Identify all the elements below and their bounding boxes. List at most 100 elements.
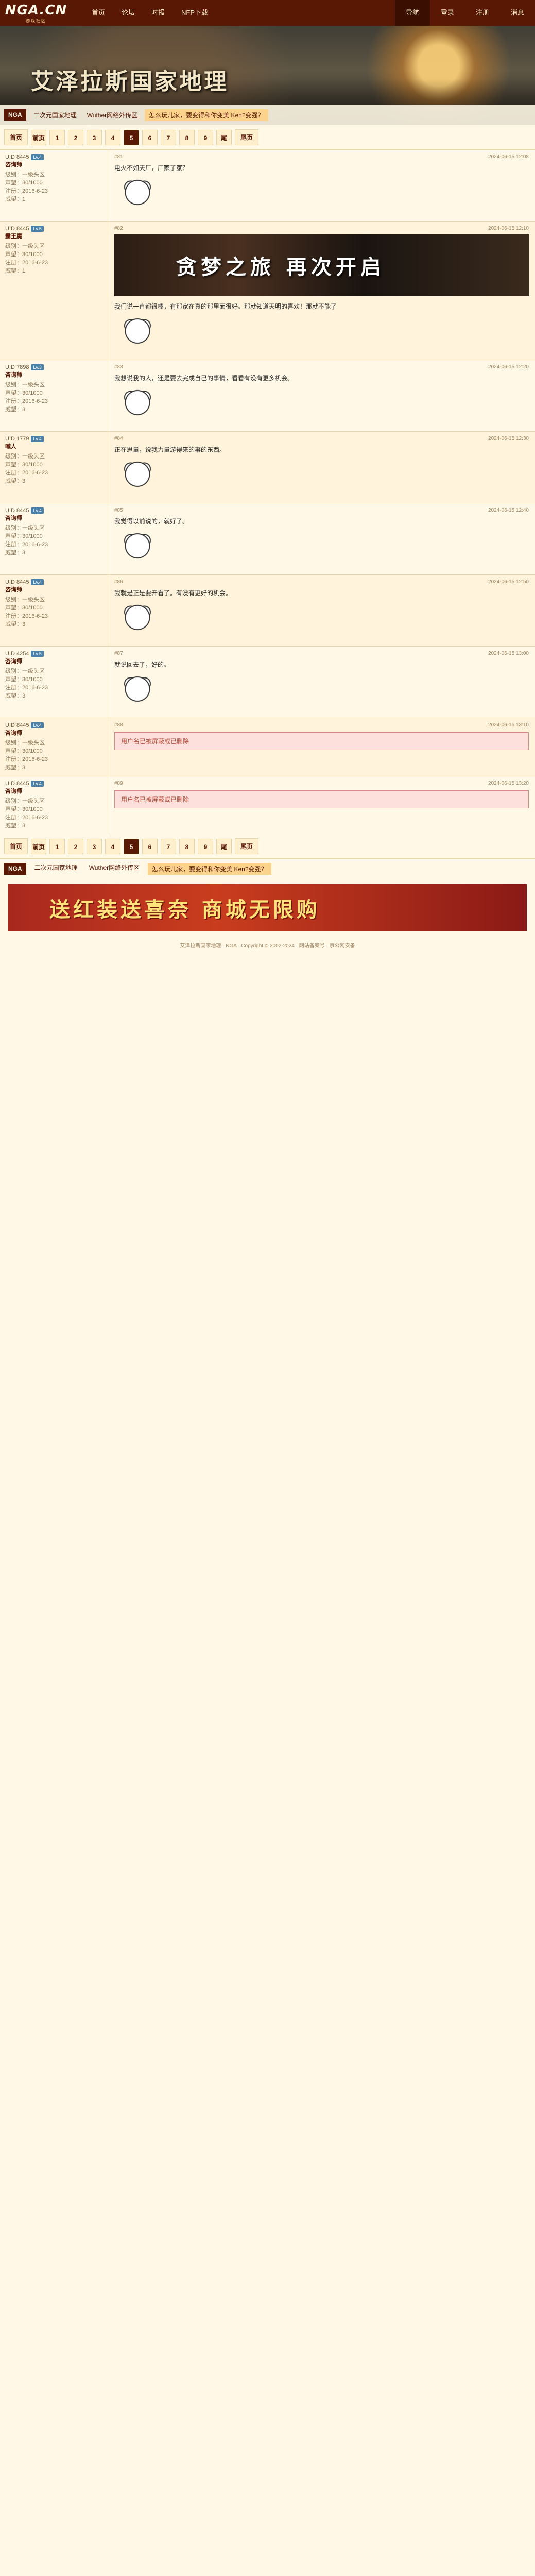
user-name[interactable]: 咨询师 <box>5 657 22 665</box>
user-uid[interactable]: UID 8445 <box>5 507 29 514</box>
pager-page[interactable]: 1 <box>49 129 65 145</box>
post-floor[interactable]: #83 <box>114 364 123 370</box>
footer-ad-banner[interactable]: 送红装送喜奈 商城无限购 <box>8 884 527 931</box>
post-floor[interactable]: #82 <box>114 226 123 231</box>
pager-last-button[interactable]: 尾页 <box>235 129 259 145</box>
forum-banner: 艾泽拉斯国家地理 NGA 二次元国家地理 Wuther网络外传区 怎么玩儿家，要… <box>0 26 535 125</box>
nav-guide-button[interactable]: 导航 <box>395 0 430 26</box>
pager-page[interactable]: 尾 <box>216 129 232 145</box>
user-uid[interactable]: UID 8445 <box>5 226 29 232</box>
user-uid[interactable]: UID 8445 <box>5 579 29 585</box>
post-floor[interactable]: #85 <box>114 507 123 513</box>
user-meta-line: 声望：30/1000 <box>5 676 43 683</box>
user-info: UID 1779 Lv.4 喊人 级别：一级头区 声望：30/1000 注册：2016-6… <box>0 432 108 503</box>
pager-page[interactable]: 前页 <box>31 838 47 854</box>
pager-top: 首页 前页 1 2 3 4 5 6 7 8 9 尾 尾页 <box>0 125 535 149</box>
pager-first-button[interactable]: 首页 <box>4 838 28 854</box>
post-floor[interactable]: #87 <box>114 651 123 656</box>
user-name[interactable]: 咨询师 <box>5 728 22 737</box>
post-content: #81 2024-06-15 12:08 电火不如天厂，厂家了家？ <box>108 150 535 221</box>
nav-message-button[interactable]: 消息 <box>500 0 535 26</box>
user-info: UID 8445 Lv.4 咨询师 级别：一级头区 声望：30/1000 注册：2016-… <box>0 718 108 776</box>
pager-page[interactable]: 7 <box>161 129 177 145</box>
pager-page[interactable]: 6 <box>142 129 158 145</box>
breadcrumb-subsection[interactable]: Wuther网络外传区 <box>86 863 143 875</box>
user-name[interactable]: 咨询师 <box>5 787 22 795</box>
user-name[interactable]: 咨询师 <box>5 514 22 522</box>
user-meta-line: 级别：一级头区 <box>5 243 45 249</box>
user-meta-line: 威望：3 <box>5 550 26 556</box>
post-image-banner[interactable]: 贪梦之旅 再次开启 <box>114 234 529 296</box>
breadcrumb-section[interactable]: 二次元国家地理 <box>30 111 80 120</box>
user-name[interactable]: 咨询师 <box>5 585 22 594</box>
pager-page[interactable]: 9 <box>198 838 214 854</box>
post-header: #81 2024-06-15 12:08 <box>114 154 529 160</box>
user-name-row: 咨询师 <box>5 787 102 795</box>
post-floor[interactable]: #86 <box>114 579 123 585</box>
post-list: UID 8445 Lv.4 咨询师 级别：一级头区 声望：30/1000 注册：2016-… <box>0 149 535 834</box>
post-floor[interactable]: #81 <box>114 154 123 160</box>
user-uid[interactable]: UID 8445 <box>5 781 29 787</box>
pager-page[interactable]: 1 <box>49 838 65 854</box>
user-name[interactable]: 喊人 <box>5 442 16 450</box>
post-floor[interactable]: #88 <box>114 722 123 728</box>
breadcrumb: NGA 二次元国家地理 Wuther网络外传区 怎么玩儿家，要变得和你变美 Ke… <box>0 105 535 125</box>
breadcrumb-home[interactable]: NGA <box>4 109 26 121</box>
user-name[interactable]: 咨询师 <box>5 160 22 168</box>
user-uid[interactable]: UID 8445 <box>5 722 29 728</box>
post-text: 电火不如天厂，厂家了家？ <box>114 164 189 172</box>
user-uid[interactable]: UID 7898 <box>5 364 29 370</box>
user-meta-line: 威望：1 <box>5 268 26 274</box>
user-name[interactable]: 咨询师 <box>5 370 22 379</box>
post-header: #84 2024-06-15 12:30 <box>114 436 529 442</box>
post-header: #83 2024-06-15 12:20 <box>114 364 529 370</box>
blocked-notice: 用户名已被屏蔽或已删除 <box>114 732 529 750</box>
pager-first-button[interactable]: 首页 <box>4 129 28 145</box>
user-meta-line: 级别：一级头区 <box>5 453 45 460</box>
pager-page[interactable]: 2 <box>68 838 84 854</box>
user-meta-line: 级别：一级头区 <box>5 525 45 531</box>
user-meta-line: 威望：3 <box>5 693 26 699</box>
pager-page[interactable]: 2 <box>68 129 84 145</box>
pager-page-current[interactable]: 5 <box>124 838 140 854</box>
pager-page[interactable]: 前页 <box>31 129 47 145</box>
user-uid[interactable]: UID 4254 <box>5 651 29 657</box>
pager-page[interactable]: 4 <box>105 129 121 145</box>
pager-page[interactable]: 6 <box>142 838 158 854</box>
pager-last-button[interactable]: 尾页 <box>235 838 259 854</box>
pager-page[interactable]: 7 <box>161 838 177 854</box>
breadcrumb-home[interactable]: NGA <box>4 863 26 875</box>
nav-link-download[interactable]: NFP下载 <box>173 0 216 26</box>
nav-login-button[interactable]: 登录 <box>430 0 465 26</box>
breadcrumb-thread[interactable]: 怎么玩儿家，要变得和你变美 Ken?变强？ <box>145 109 268 121</box>
post-header: #89 2024-06-15 13:20 <box>114 781 529 786</box>
post-floor[interactable]: #89 <box>114 781 123 786</box>
pager-page-current[interactable]: 5 <box>124 129 140 145</box>
nav-link-news[interactable]: 时报 <box>143 0 173 26</box>
pager-page[interactable]: 9 <box>198 129 214 145</box>
site-logo[interactable]: NGA.CN 游戏社区 <box>0 0 72 26</box>
pager-page[interactable]: 尾 <box>216 838 232 854</box>
post-row: UID 8445 Lv.4 咨询师 级别：一级头区 声望：30/1000 注册：2016-… <box>0 776 535 834</box>
breadcrumb-thread[interactable]: 怎么玩儿家，要变得和你变美 Ken?变强？ <box>148 863 271 875</box>
user-uid[interactable]: UID 1779 <box>5 436 29 442</box>
post-time: 2024-06-15 13:00 <box>488 651 529 656</box>
user-name[interactable]: 霸王魔 <box>5 232 22 240</box>
user-name-row: 霸王魔 <box>5 232 102 240</box>
breadcrumb-subsection[interactable]: Wuther网络外传区 <box>84 111 141 120</box>
breadcrumb-section[interactable]: 二次元国家地理 <box>31 863 81 875</box>
nav-link-forum[interactable]: 论坛 <box>113 0 143 26</box>
pager-page[interactable]: 8 <box>179 129 195 145</box>
pager-page[interactable]: 4 <box>105 838 121 854</box>
user-meta-line: 威望：3 <box>5 765 26 771</box>
nav-register-button[interactable]: 注册 <box>465 0 500 26</box>
user-uid[interactable]: UID 8445 <box>5 154 29 160</box>
post-text: 我们说一直都很棒，有那家在真的那里面很好。那就知道天明的喜欢！那就不能了 <box>114 303 337 310</box>
pager-page[interactable]: 3 <box>87 129 102 145</box>
user-name-row: 咨询师 <box>5 514 102 522</box>
pager-page[interactable]: 8 <box>179 838 195 854</box>
pager-page[interactable]: 3 <box>87 838 102 854</box>
nav-link-home[interactable]: 首页 <box>83 0 113 26</box>
user-meta-line: 声望：30/1000 <box>5 806 43 812</box>
post-floor[interactable]: #84 <box>114 436 123 442</box>
